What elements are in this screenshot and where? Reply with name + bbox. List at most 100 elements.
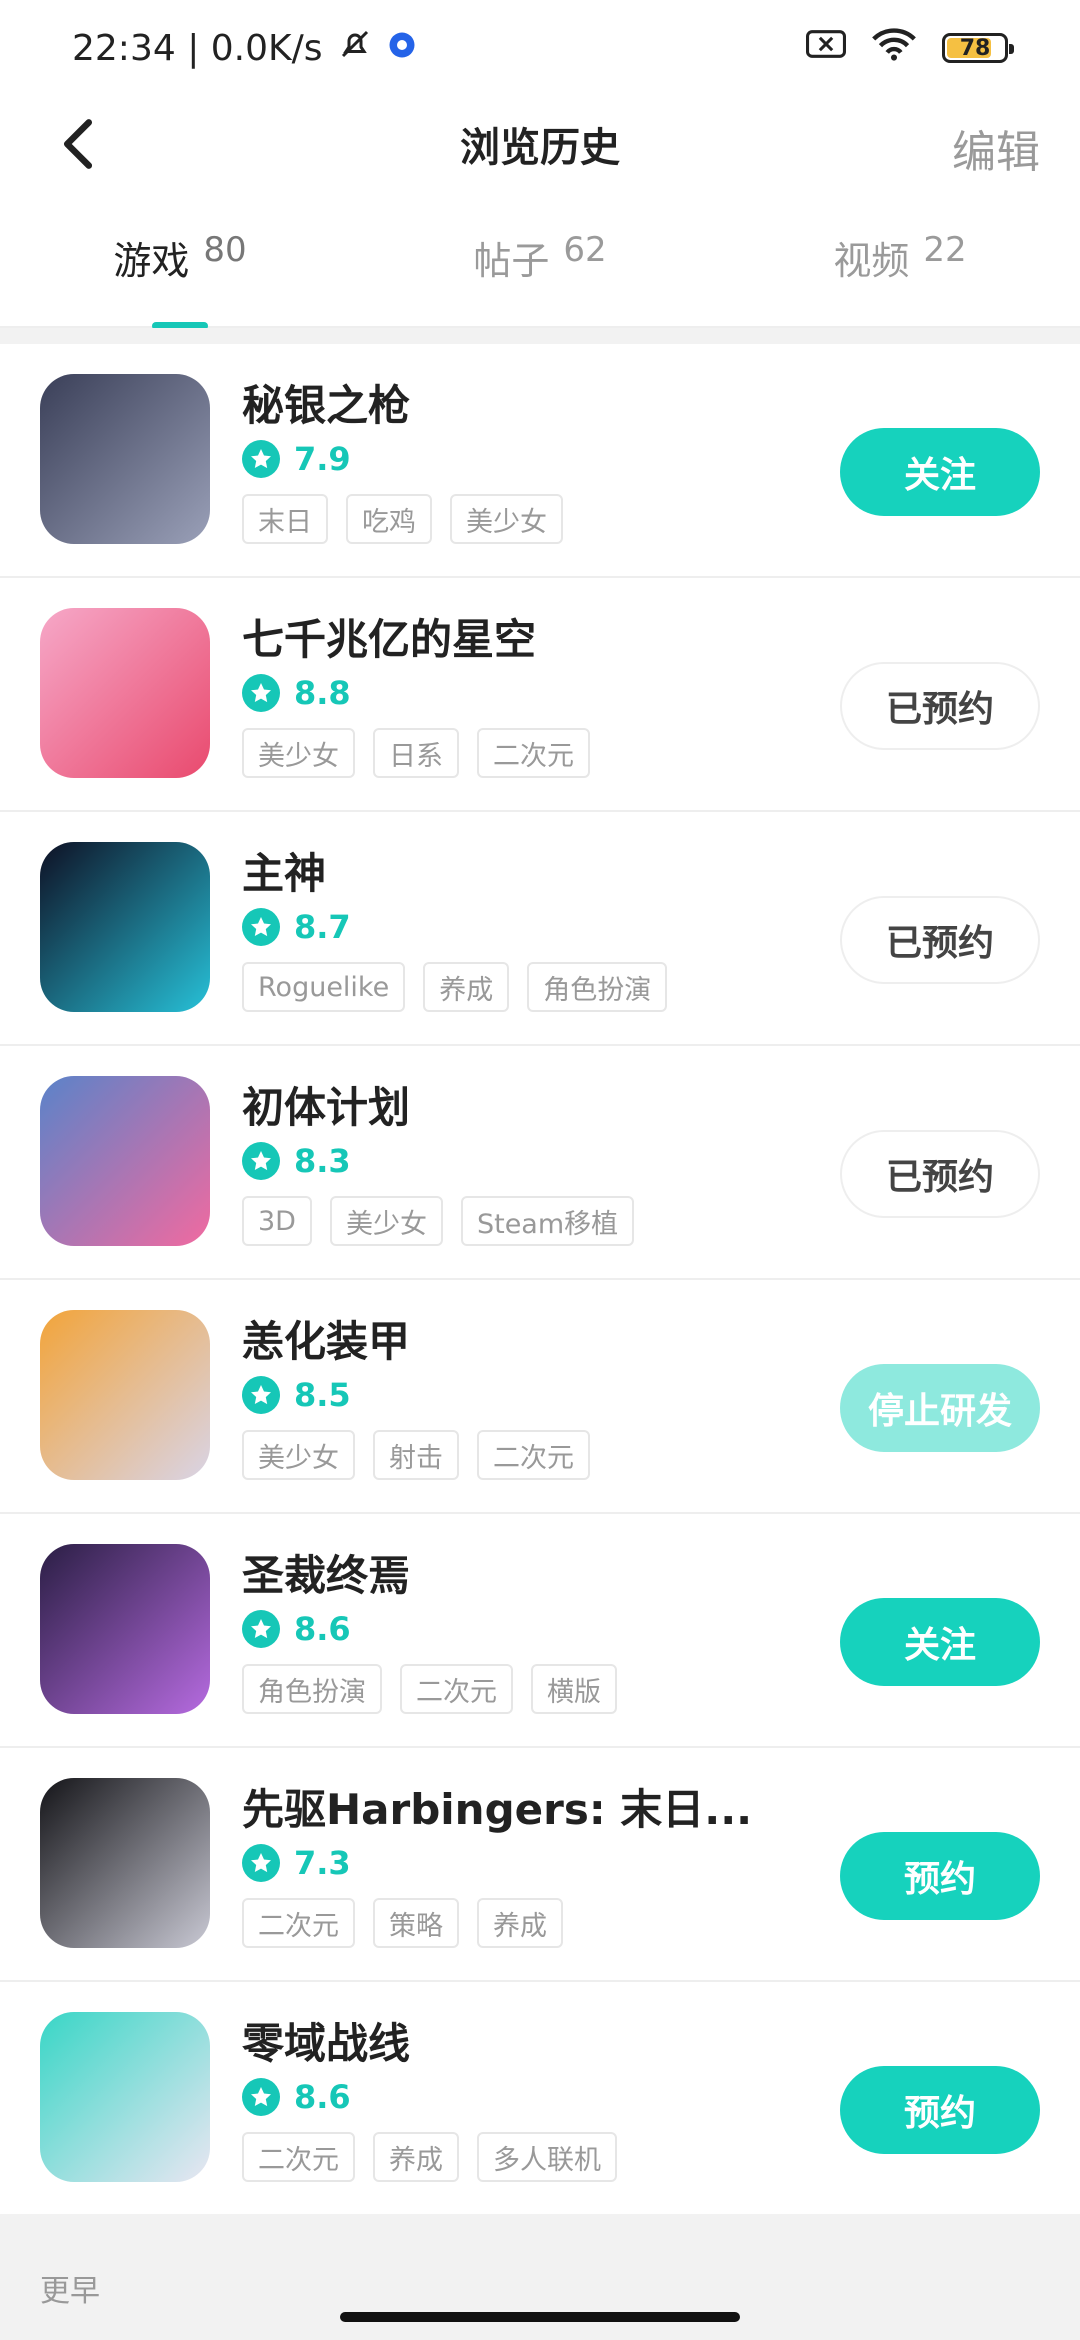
game-icon[interactable] — [40, 842, 210, 1012]
tab-games[interactable]: 游戏 80 — [0, 230, 360, 326]
reserved-button[interactable]: 已预约 — [840, 896, 1040, 984]
rating-value: 8.6 — [294, 2078, 351, 2116]
game-icon[interactable] — [40, 1076, 210, 1246]
tag[interactable]: 末日 — [242, 494, 328, 544]
rating-value: 8.7 — [294, 908, 351, 946]
tag[interactable]: 二次元 — [477, 728, 590, 778]
game-name: 初体计划 — [242, 1083, 411, 1132]
tag[interactable]: 二次元 — [242, 1898, 355, 1948]
game-icon[interactable] — [40, 1310, 210, 1480]
battery-icon: 78 — [942, 33, 1014, 63]
rating-value: 8.8 — [294, 674, 351, 712]
star-icon — [242, 1376, 280, 1414]
star-icon — [242, 1844, 280, 1882]
tab-posts[interactable]: 帖子 62 — [360, 230, 720, 326]
rating-value: 7.9 — [294, 440, 351, 478]
tag-list: 美少女 日系 二次元 — [242, 728, 590, 778]
tag[interactable]: 二次元 — [242, 2132, 355, 2182]
rating: 8.6 — [242, 1610, 351, 1648]
star-icon — [242, 2078, 280, 2116]
sim-off-icon — [806, 27, 846, 70]
nav-bar: 浏览历史 编辑 — [0, 96, 1080, 192]
tag[interactable]: 养成 — [373, 2132, 459, 2182]
back-button[interactable] — [48, 114, 108, 174]
rating-value: 7.3 — [294, 1844, 351, 1882]
tag[interactable]: 二次元 — [400, 1664, 513, 1714]
list-item[interactable]: 主神 8.7 Roguelike 养成 角色扮演 已预约 — [0, 812, 1080, 1046]
rating: 8.8 — [242, 674, 351, 712]
list-item[interactable]: 七千兆亿的星空 8.8 美少女 日系 二次元 已预约 — [0, 578, 1080, 812]
section-label-earlier: 更早 — [40, 2274, 100, 2309]
game-list: 秘银之枪 7.9 末日 吃鸡 美少女 关注 七千兆亿的星空 8.8 美少女 日系… — [0, 344, 1080, 2216]
game-icon[interactable] — [40, 2012, 210, 2182]
star-icon — [242, 674, 280, 712]
edit-button[interactable]: 编辑 — [952, 116, 1040, 180]
tag[interactable]: 养成 — [477, 1898, 563, 1948]
game-icon[interactable] — [40, 1544, 210, 1714]
game-icon[interactable] — [40, 374, 210, 544]
game-name: 七千兆亿的星空 — [242, 615, 537, 664]
tag[interactable]: 角色扮演 — [242, 1664, 382, 1714]
status-bar: 22:34 | 0.0K/s 78 — [0, 0, 1080, 96]
section-divider — [0, 328, 1080, 344]
reserved-button[interactable]: 已预约 — [840, 1130, 1040, 1218]
list-item[interactable]: 圣裁终焉 8.6 角色扮演 二次元 横版 关注 — [0, 1514, 1080, 1748]
tag[interactable]: 横版 — [531, 1664, 617, 1714]
tag[interactable]: 二次元 — [477, 1430, 590, 1480]
mute-bell-icon — [337, 26, 373, 71]
game-name: 圣裁终焉 — [242, 1551, 411, 1600]
app-notification-icon — [387, 28, 417, 69]
list-item[interactable]: 先驱Harbingers: 末日... 7.3 二次元 策略 养成 预约 — [0, 1748, 1080, 1982]
tag[interactable]: 多人联机 — [477, 2132, 617, 2182]
star-icon — [242, 1142, 280, 1180]
tag[interactable]: Roguelike — [242, 962, 406, 1012]
stopped-development-button[interactable]: 停止研发 — [840, 1364, 1040, 1452]
rating: 8.3 — [242, 1142, 351, 1180]
tab-videos[interactable]: 视频 22 — [720, 230, 1080, 326]
tag[interactable]: 美少女 — [242, 1430, 355, 1480]
star-icon — [242, 908, 280, 946]
tag[interactable]: 美少女 — [329, 1196, 443, 1246]
tag[interactable]: 角色扮演 — [527, 962, 668, 1012]
rating: 7.3 — [242, 1844, 351, 1882]
tag-list: 二次元 养成 多人联机 — [242, 2132, 617, 2182]
tag[interactable]: 日系 — [373, 728, 459, 778]
tab-count: 62 — [563, 230, 607, 270]
tag[interactable]: 养成 — [423, 962, 510, 1012]
tab-count: 22 — [923, 230, 967, 270]
home-indicator[interactable] — [340, 2312, 740, 2322]
tag[interactable]: 射击 — [373, 1430, 459, 1480]
list-item[interactable]: 恙化装甲 8.5 美少女 射击 二次元 停止研发 — [0, 1280, 1080, 1514]
list-item[interactable]: 秘银之枪 7.9 末日 吃鸡 美少女 关注 — [0, 344, 1080, 578]
tag[interactable]: Steam移植 — [460, 1196, 635, 1246]
rating: 8.5 — [242, 1376, 351, 1414]
tag-list: Roguelike 养成 角色扮演 — [242, 962, 668, 1012]
reserved-button[interactable]: 已预约 — [840, 662, 1040, 750]
tab-bar: 游戏 80 帖子 62 视频 22 — [0, 230, 1080, 330]
list-item[interactable]: 零域战线 8.6 二次元 养成 多人联机 预约 — [0, 1982, 1080, 2216]
tab-label: 帖子 — [473, 239, 550, 283]
tag[interactable]: 吃鸡 — [346, 494, 432, 544]
game-name: 恙化装甲 — [242, 1317, 411, 1366]
chevron-left-icon — [63, 119, 93, 169]
game-name: 主神 — [242, 849, 327, 898]
follow-button[interactable]: 关注 — [840, 428, 1040, 516]
reserve-button[interactable]: 预约 — [840, 2066, 1040, 2154]
list-item[interactable]: 初体计划 8.3 3D 美少女 Steam移植 已预约 — [0, 1046, 1080, 1280]
tag[interactable]: 3D — [242, 1196, 312, 1246]
follow-button[interactable]: 关注 — [840, 1598, 1040, 1686]
game-icon[interactable] — [40, 608, 210, 778]
star-icon — [242, 1610, 280, 1648]
reserve-button[interactable]: 预约 — [840, 1832, 1040, 1920]
tag-list: 美少女 射击 二次元 — [242, 1430, 590, 1480]
tab-count: 80 — [203, 230, 247, 270]
tag[interactable]: 美少女 — [450, 494, 563, 544]
tag-list: 二次元 策略 养成 — [242, 1898, 563, 1948]
tag[interactable]: 美少女 — [242, 728, 355, 778]
tag[interactable]: 策略 — [373, 1898, 459, 1948]
star-icon — [242, 440, 280, 478]
game-name: 零域战线 — [242, 2019, 411, 2068]
tag-list: 角色扮演 二次元 横版 — [242, 1664, 617, 1714]
game-icon[interactable] — [40, 1778, 210, 1948]
rating: 8.7 — [242, 908, 351, 946]
